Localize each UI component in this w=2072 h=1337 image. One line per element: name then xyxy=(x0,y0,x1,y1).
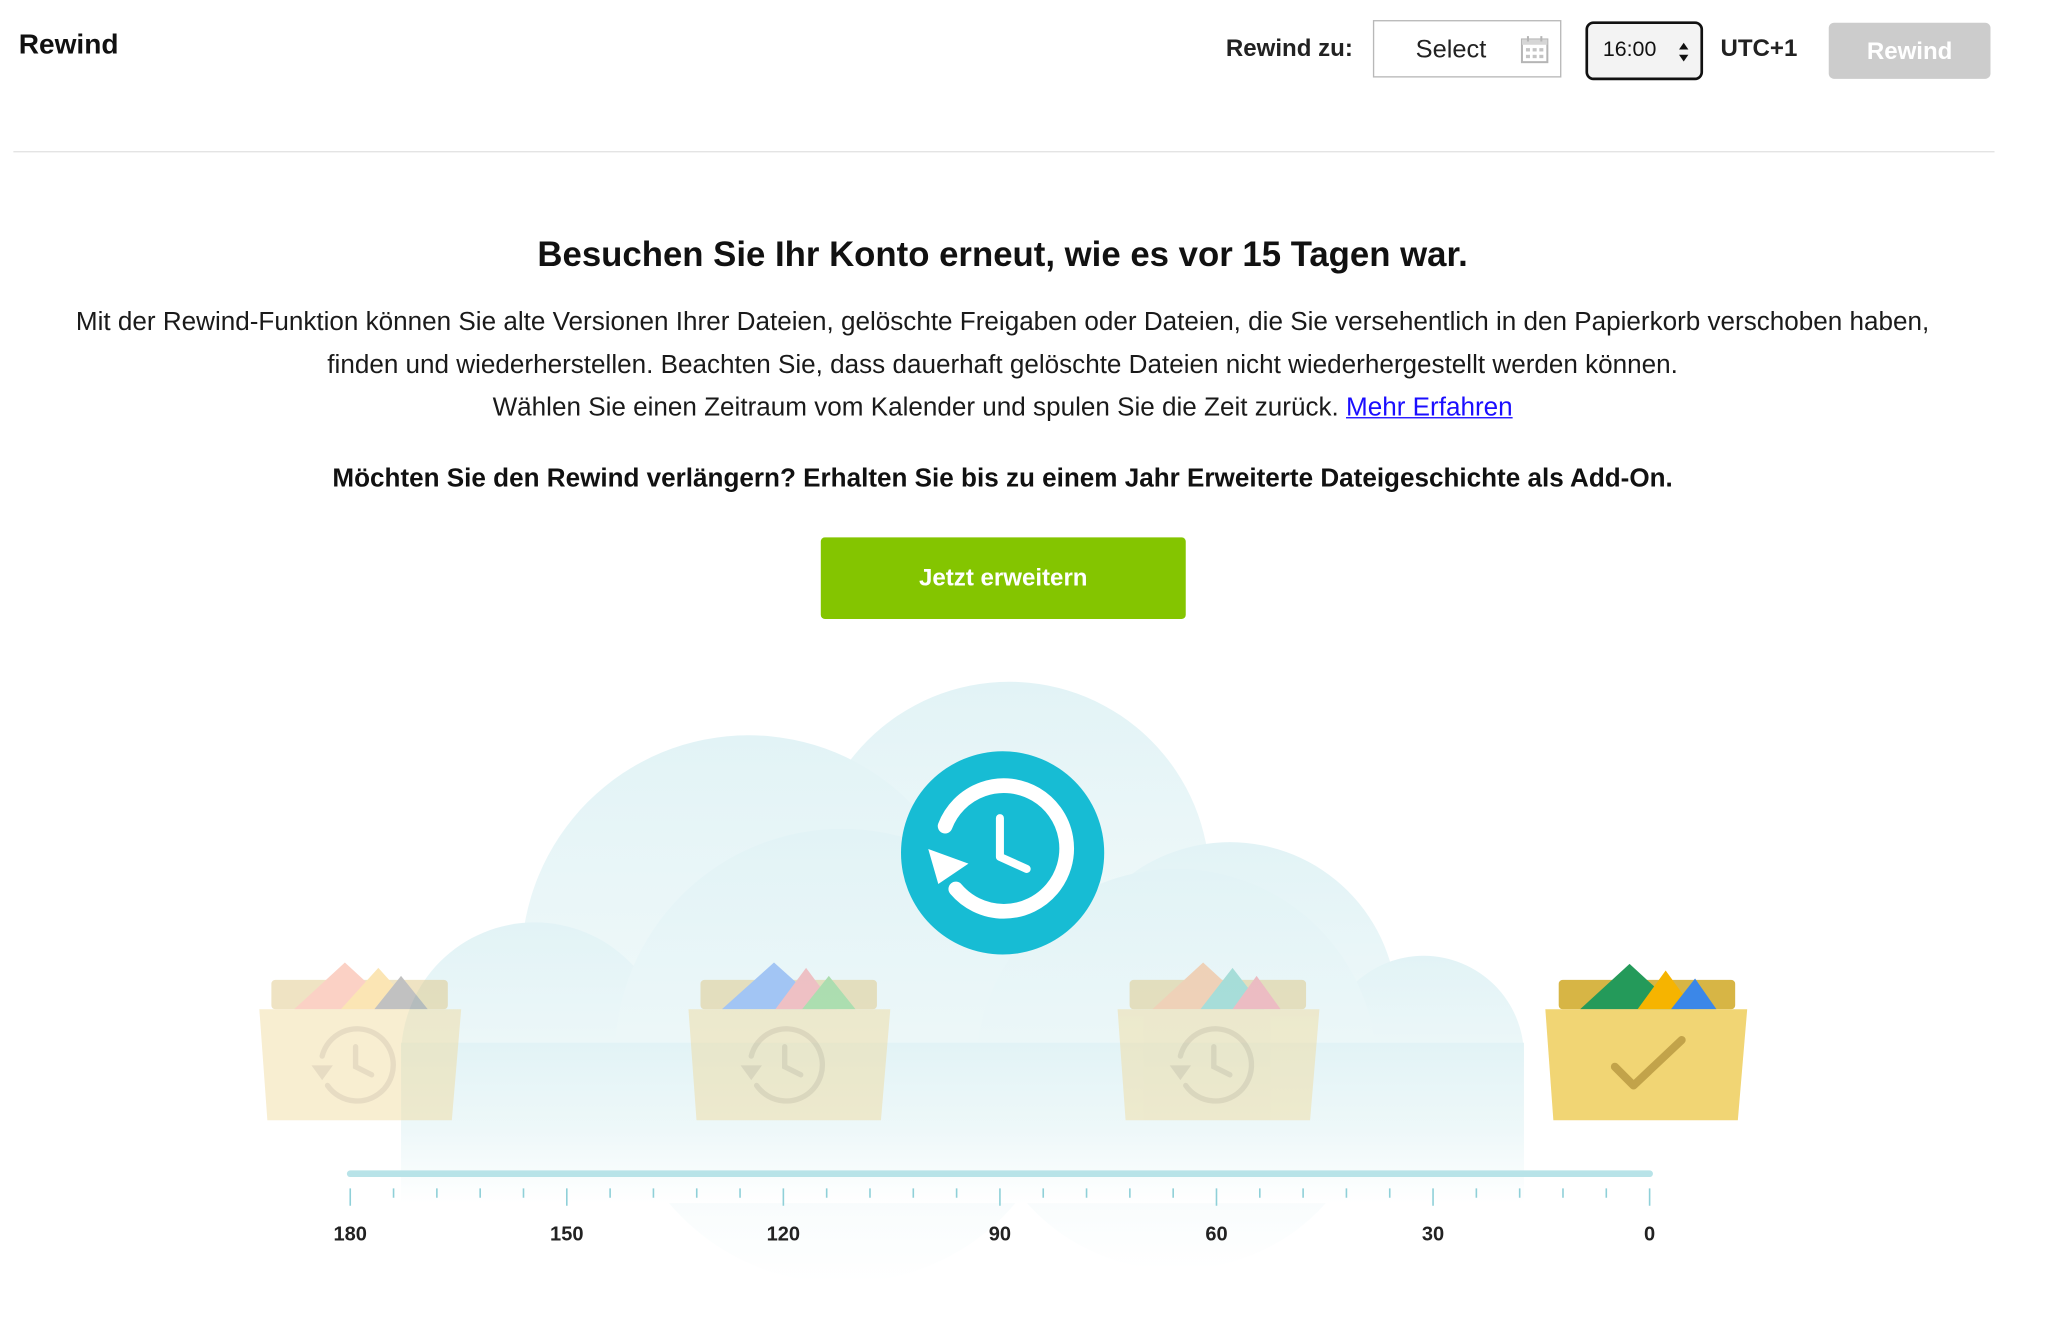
description-text: Wählen Sie einen Zeitraum vom Kalender u… xyxy=(492,393,1339,423)
calendar-icon[interactable] xyxy=(1520,35,1549,64)
timeline-label: 120 xyxy=(767,1224,800,1246)
spinner-icon xyxy=(1679,42,1689,62)
timeline-label: 180 xyxy=(334,1224,367,1246)
rewind-to-label: Rewind zu: xyxy=(1225,34,1353,62)
folder-check-icon xyxy=(1545,963,1748,1121)
rewind-button[interactable]: Rewind xyxy=(1828,22,1991,79)
time-select[interactable]: 16:00 xyxy=(1585,21,1704,81)
timeline-label: 0 xyxy=(1644,1224,1655,1246)
time-select-value: 16:00 xyxy=(1602,38,1657,62)
page-title: Rewind xyxy=(18,29,119,61)
timeline-ticks xyxy=(349,1188,1651,1206)
headline: Besuchen Sie Ihr Konto erneut, wie es vo… xyxy=(537,233,1468,275)
history-icon xyxy=(901,751,1105,955)
description-line: Mit der Rewind-Funktion können Sie alte … xyxy=(75,307,1930,337)
folder-history-icon xyxy=(259,962,462,1121)
description-line-with-link: Wählen Sie einen Zeitraum vom Kalender u… xyxy=(0,386,2005,429)
folder-history-icon xyxy=(688,962,891,1121)
date-picker[interactable]: Select xyxy=(1372,20,1562,78)
timeline[interactable]: 180 150 120 90 60 30 0 xyxy=(0,1150,2005,1310)
learn-more-link[interactable]: Mehr Erfahren xyxy=(1346,393,1513,422)
upsell-text: Möchten Sie den Rewind verlängern? Erhal… xyxy=(332,463,1673,494)
date-picker-value: Select xyxy=(1415,36,1487,65)
timeline-label: 150 xyxy=(550,1224,583,1246)
description: Mit der Rewind-Funktion können Sie alte … xyxy=(0,301,2005,429)
timeline-label: 30 xyxy=(1422,1224,1444,1246)
header-divider xyxy=(13,151,1995,153)
timezone-label: UTC+1 xyxy=(1720,34,1798,62)
timeline-label: 90 xyxy=(989,1224,1011,1246)
top-toolbar: Rewind Rewind zu: Select 16:00 UTC+1 Rew… xyxy=(0,0,2005,107)
description-line: finden und wiederherstellen. Beachten Si… xyxy=(327,350,1678,380)
extend-now-button[interactable]: Jetzt erweitern xyxy=(820,537,1186,619)
folder-history-icon xyxy=(1117,962,1320,1121)
timeline-labels: 180 150 120 90 60 30 0 xyxy=(334,1224,1656,1246)
rewind-page: Rewind Rewind zu: Select 16:00 UTC+1 Rew… xyxy=(0,0,2072,1337)
timeline-label: 60 xyxy=(1205,1224,1227,1246)
